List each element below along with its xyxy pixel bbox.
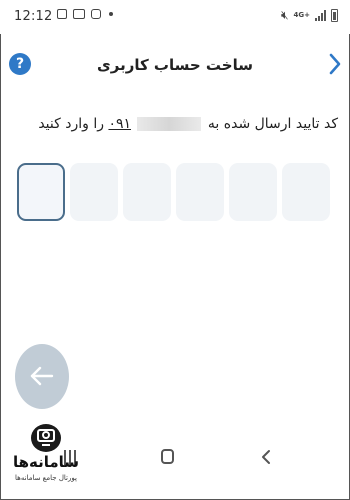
image-notification-icon <box>57 9 67 19</box>
help-button[interactable]: ? <box>9 53 31 75</box>
mute-icon: 🔇︎ <box>280 8 289 22</box>
masked-phone-number <box>137 117 202 131</box>
battery-icon <box>331 9 338 22</box>
screen-notification-icon <box>73 9 85 19</box>
nav-back-icon[interactable] <box>261 449 271 465</box>
arrow-left-icon <box>30 366 54 386</box>
page-title: ساخت حساب کاربری <box>97 56 253 74</box>
code-digit-box[interactable] <box>17 163 65 221</box>
code-digit-box[interactable] <box>176 163 224 221</box>
code-digit-box[interactable] <box>123 163 171 221</box>
logo-badge-icon <box>31 424 61 452</box>
instagram-notification-icon <box>91 9 101 19</box>
status-bar: 12:12 🔇︎ 4G+ <box>0 0 350 34</box>
logo-brand-text: سامانه‌ها <box>12 453 80 471</box>
status-time: 12:12 <box>14 9 53 24</box>
watermark-logo: سامانه‌ها پورتال جامع سامانه‌ها <box>12 424 80 492</box>
home-icon[interactable] <box>161 449 174 464</box>
verification-code-input <box>17 163 337 222</box>
submit-arrow-button[interactable] <box>15 344 69 409</box>
code-digit-box[interactable] <box>70 163 118 221</box>
back-chevron-icon[interactable] <box>328 51 342 77</box>
prompt-text-before: کد تایید ارسال شده به <box>207 116 338 132</box>
logo-tagline: پورتال جامع سامانه‌ها <box>15 474 77 482</box>
signal-icon <box>315 10 326 21</box>
code-digit-box[interactable] <box>229 163 277 221</box>
prompt-text-after: را وارد کنید <box>38 116 104 132</box>
code-digit-box[interactable] <box>282 163 330 221</box>
network-type-icon: 4G+ <box>293 11 310 19</box>
more-notifications-icon <box>109 12 113 16</box>
system-icons: 🔇︎ 4G+ <box>281 8 338 23</box>
phone-number-prefix: ۰۹۱ <box>108 116 131 132</box>
verification-prompt: کد تایید ارسال شده به ۰۹۱ را وارد کنید <box>38 116 338 132</box>
notification-icons <box>57 9 113 19</box>
